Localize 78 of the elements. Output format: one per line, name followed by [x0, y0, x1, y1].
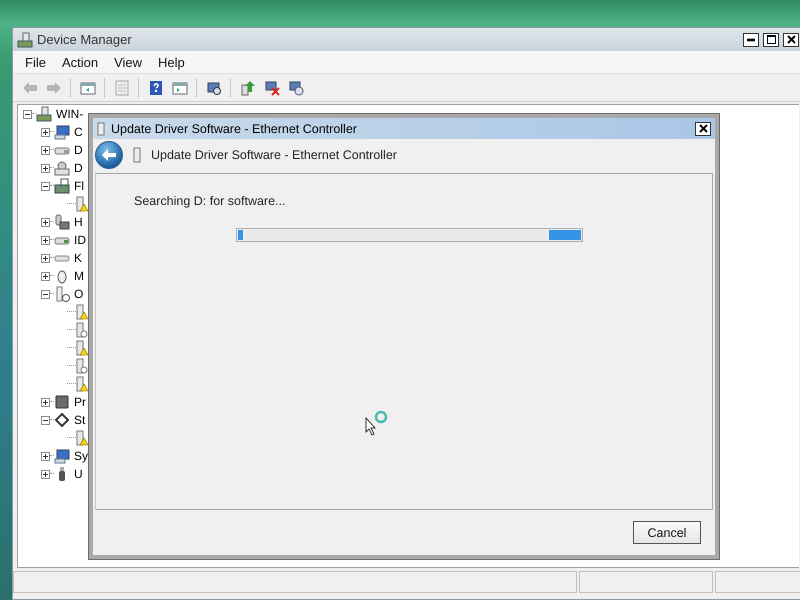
upload-icon	[240, 80, 256, 96]
tree-item[interactable]: K	[74, 251, 82, 265]
tree-item[interactable]: D	[74, 161, 83, 175]
minimize-button[interactable]	[743, 32, 759, 46]
plus-icon	[42, 452, 49, 460]
expand-toggle[interactable]	[41, 182, 50, 190]
close-icon	[786, 35, 796, 44]
plus-icon	[42, 164, 49, 172]
window-title: Device Manager	[37, 32, 133, 47]
tree-item[interactable]: O	[74, 287, 84, 301]
tree-item[interactable]: M	[74, 269, 84, 283]
plus-icon	[42, 236, 49, 244]
minimize-icon	[747, 36, 755, 44]
device-icon	[133, 147, 141, 163]
plus-icon	[42, 254, 49, 262]
expand-toggle[interactable]	[23, 110, 32, 118]
menu-item[interactable]: Action	[54, 54, 106, 70]
close-button[interactable]	[695, 122, 711, 136]
joystick-icon	[54, 214, 70, 230]
tree-item[interactable]: St	[74, 413, 86, 427]
plus-icon	[42, 470, 49, 478]
arrow-icon	[101, 148, 117, 162]
back-button[interactable]	[95, 141, 123, 169]
tree-item[interactable]: Pr	[74, 395, 86, 409]
computer-icon	[17, 32, 33, 48]
computer-icon	[36, 106, 52, 122]
plus-icon	[42, 146, 49, 154]
device-icon	[97, 122, 105, 136]
menu-item[interactable]: File	[17, 54, 54, 70]
tree-item[interactable]: U	[74, 467, 83, 481]
tree-item[interactable]: ID	[74, 233, 86, 247]
monitor-icon	[54, 448, 70, 464]
dialog-heading: Update Driver Software - Ethernet Controller	[151, 148, 397, 162]
expand-toggle[interactable]	[41, 236, 50, 244]
expand-toggle[interactable]	[41, 398, 50, 406]
expand-toggle[interactable]	[41, 272, 50, 280]
tree-item[interactable]: Sy	[74, 449, 88, 463]
cancel-button[interactable]: Cancel	[633, 521, 701, 544]
left-arrow-icon	[22, 80, 38, 96]
dialog-title: Update Driver Software - Ethernet Controller	[111, 122, 358, 136]
maximize-button[interactable]	[763, 32, 779, 46]
expand-toggle[interactable]	[41, 146, 50, 154]
device-icon	[54, 286, 70, 302]
tree-item[interactable]: C	[74, 125, 83, 139]
monitor-search-icon	[206, 80, 222, 96]
diamond-icon	[54, 412, 70, 428]
expand-toggle[interactable]	[41, 452, 50, 460]
chip-icon	[54, 394, 70, 410]
right-arrow-icon	[46, 80, 62, 96]
tree-item[interactable]: D	[74, 143, 83, 157]
plus-icon	[42, 128, 49, 136]
expand-toggle[interactable]	[41, 290, 50, 298]
expand-toggle[interactable]	[41, 218, 50, 226]
expand-toggle[interactable]	[41, 254, 50, 262]
panel-icon	[172, 80, 188, 96]
expand-toggle[interactable]	[41, 164, 50, 172]
help-icon	[148, 80, 164, 96]
monitor-icon	[54, 124, 70, 140]
close-button[interactable]	[783, 32, 799, 46]
panel-icon	[80, 80, 96, 96]
menu-item[interactable]: Help	[150, 54, 193, 70]
status-message: Searching D: for software...	[134, 194, 286, 208]
plus-icon	[42, 272, 49, 280]
disable-device-icon	[288, 80, 304, 96]
tree-item[interactable]: WIN-	[56, 107, 84, 121]
expand-toggle[interactable]	[41, 128, 50, 136]
plus-icon	[42, 398, 49, 406]
busy-cursor-icon	[364, 410, 390, 436]
expand-toggle[interactable]	[41, 470, 50, 478]
tree-item[interactable]: H	[74, 215, 83, 229]
menu-item[interactable]: View	[106, 54, 150, 70]
list-icon	[114, 80, 130, 96]
remove-device-icon	[264, 80, 280, 96]
expand-toggle[interactable]	[41, 416, 50, 424]
plus-icon	[42, 218, 49, 226]
maximize-icon	[766, 35, 776, 44]
close-icon	[698, 124, 708, 133]
tree-item[interactable]: Fl	[74, 179, 84, 193]
